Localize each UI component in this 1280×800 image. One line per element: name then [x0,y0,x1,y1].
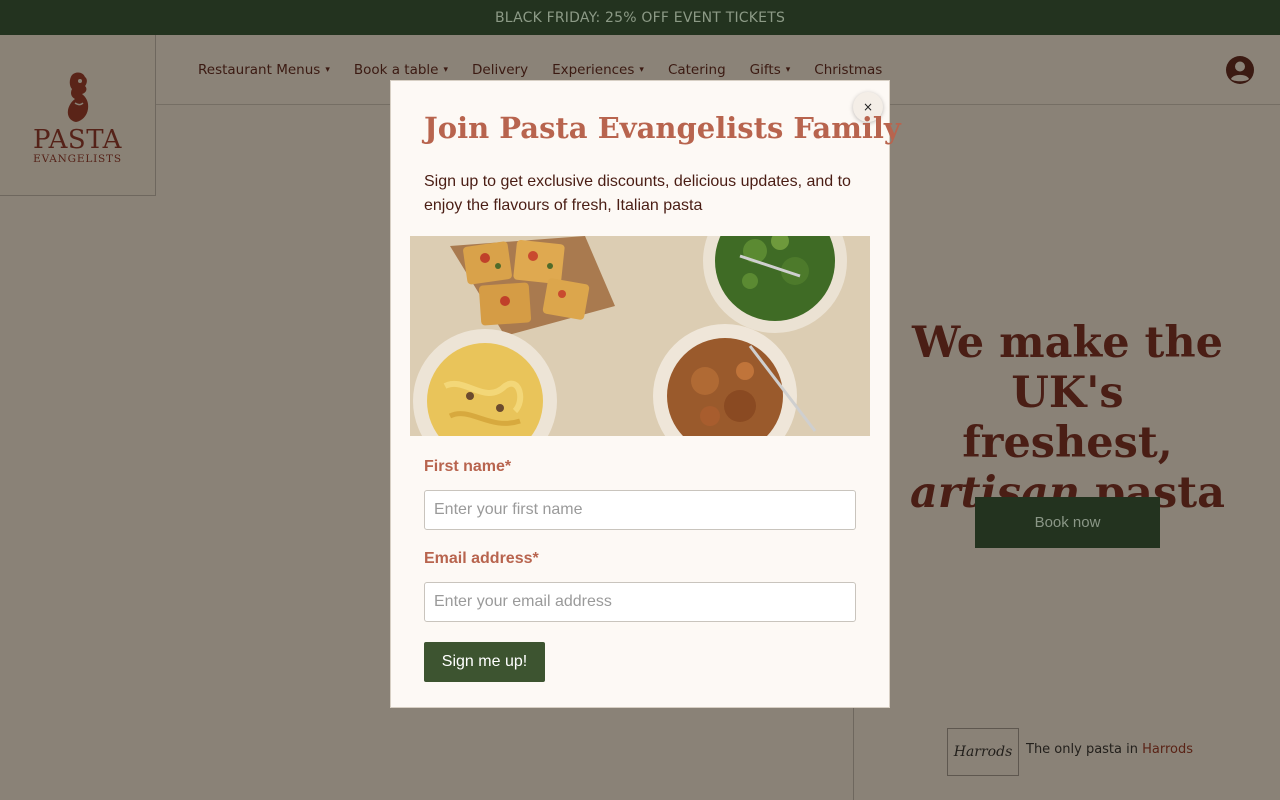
email-label: Email address* [424,550,539,567]
caret-down-icon: ▾ [443,65,449,75]
nav-item-christmas[interactable]: Christmas [814,62,882,78]
harrods-tagline-text: The only pasta in [1026,742,1143,757]
first-name-label: First name* [424,458,512,475]
promo-banner-text[interactable]: BLACK FRIDAY: 25% OFF EVENT TICKETS [495,10,785,26]
first-name-input[interactable] [424,490,856,530]
logo-subtitle: EVANGELISTS [33,153,122,165]
nav-item-experiences[interactable]: Experiences ▾ [552,62,644,78]
caret-down-icon: ▾ [325,65,330,75]
nav-item-label: Gifts [749,62,781,78]
user-circle-icon[interactable] [1225,55,1255,85]
logo-figure-icon [67,72,88,122]
caret-down-icon: ▾ [639,65,644,75]
nav-item-gifts[interactable]: Gifts ▾ [750,62,791,78]
modal-title: Join Pasta Evangelists Family [424,111,901,145]
pasta-dishes-image [410,236,870,436]
nav-item-label: Experiences [552,62,635,78]
harrods-logo: Harrods [947,728,1019,776]
nav-item-label: Catering [667,62,726,78]
hero-title-line2: UK's freshest, [962,368,1173,468]
modal-description: Sign up to get exclusive discounts, deli… [424,173,851,214]
caret-down-icon: ▾ [785,65,791,75]
logo-wordmark: PASTA [33,125,122,155]
nav-item-catering[interactable]: Catering [668,62,726,78]
pasta-dishes-illustration [410,236,870,436]
email-input[interactable] [424,582,856,622]
nav-item-restaurant-menus[interactable]: Restaurant Menus ▾ [198,62,330,78]
brand-logo[interactable]: PASTA EVANGELISTS [0,35,156,196]
nav-item-label: Restaurant Menus [198,62,321,78]
harrods-tagline: The only pasta in Harrods [1026,742,1193,757]
nav-item-delivery[interactable]: Delivery [472,62,528,78]
book-now-button[interactable]: Book now [975,497,1160,548]
sign-up-button[interactable]: Sign me up! [424,642,545,682]
nav-item-label: Book a table [353,62,439,78]
promo-banner[interactable]: BLACK FRIDAY: 25% OFF EVENT TICKETS [0,0,1280,35]
newsletter-signup-modal: × Join Pasta Evangelists Family Sign up … [390,80,901,708]
hero-title-line1: We make the [911,318,1224,368]
nav-item-label: Christmas [814,62,883,78]
nav-item-label: Delivery [472,62,529,78]
nav-item-book-a-table[interactable]: Book a table ▾ [354,62,448,78]
harrods-link[interactable]: Harrods [1142,742,1193,757]
hero-title: We make the UK's freshest, artisan pasta [905,318,1230,518]
